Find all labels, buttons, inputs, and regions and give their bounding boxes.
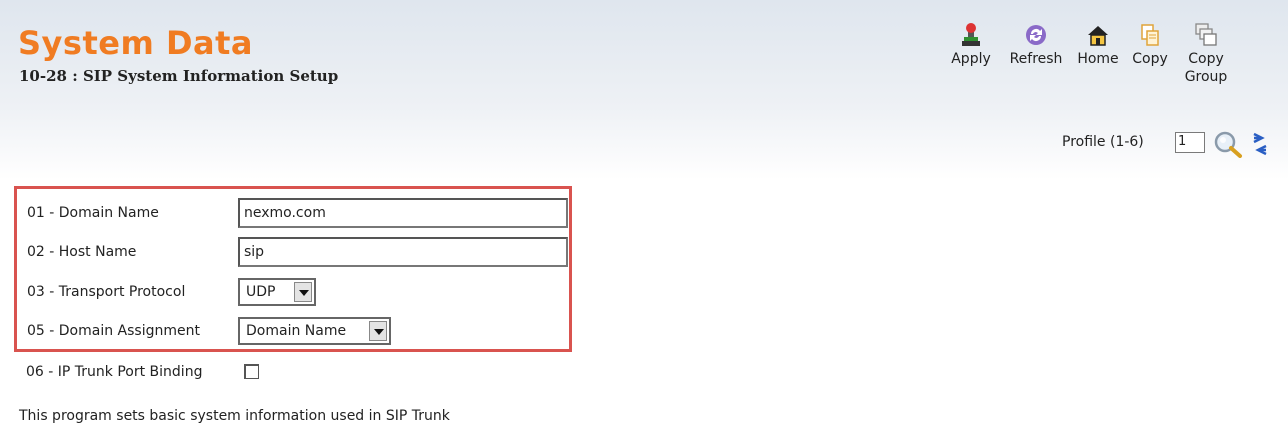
copy-group-label-line2: Group [1184,69,1228,85]
profile-input[interactable]: 1 [1175,132,1205,153]
domain-name-input[interactable]: nexmo.com [238,198,568,228]
ip-trunk-port-binding-checkbox[interactable] [244,364,259,379]
page-title: System Data [18,24,253,62]
refresh-icon [1026,25,1046,45]
page-header: System Data 10-28 : SIP System Informati… [0,0,1288,180]
host-name-label: 02 - Host Name [27,244,137,260]
highlighted-settings-group: 01 - Domain Name nexmo.com 02 - Host Nam… [14,186,572,352]
copy-group-label-line1: Copy [1188,51,1224,67]
transport-protocol-label: 03 - Transport Protocol [27,284,186,300]
home-label: Home [1077,51,1119,67]
apply-label: Apply [951,51,991,67]
chevron-down-icon[interactable] [369,321,387,341]
page-subtitle: 10-28 : SIP System Information Setup [19,67,339,85]
apply-icon [962,23,980,46]
copy-label: Copy [1132,51,1168,67]
domain-name-label: 01 - Domain Name [27,205,159,221]
refresh-button[interactable]: Refresh [996,22,1076,68]
nav-arrows-icon[interactable] [1250,130,1270,158]
search-icon[interactable] [1213,130,1243,158]
refresh-label: Refresh [1009,51,1063,67]
profile-label: Profile (1-6) [1062,134,1144,150]
home-icon [1088,26,1108,46]
copy-icon [1141,24,1159,46]
toolbar: Apply Refresh Home Copy Copy Group [944,22,1284,102]
transport-protocol-select[interactable]: UDP [238,278,316,306]
program-description: This program sets basic system informati… [19,408,450,424]
home-button[interactable]: Home [1074,22,1122,68]
ip-trunk-port-binding-label: 06 - IP Trunk Port Binding [26,364,203,380]
copy-group-button[interactable]: Copy Group [1180,22,1232,86]
domain-assignment-value: Domain Name [246,323,347,339]
copy-group-icon [1195,23,1217,46]
apply-button[interactable]: Apply [944,22,998,68]
transport-protocol-value: UDP [246,284,276,300]
domain-assignment-select[interactable]: Domain Name [238,317,391,345]
copy-button[interactable]: Copy [1128,22,1172,68]
host-name-input[interactable]: sip [238,237,568,267]
chevron-down-icon[interactable] [294,282,312,302]
domain-assignment-label: 05 - Domain Assignment [27,323,200,339]
